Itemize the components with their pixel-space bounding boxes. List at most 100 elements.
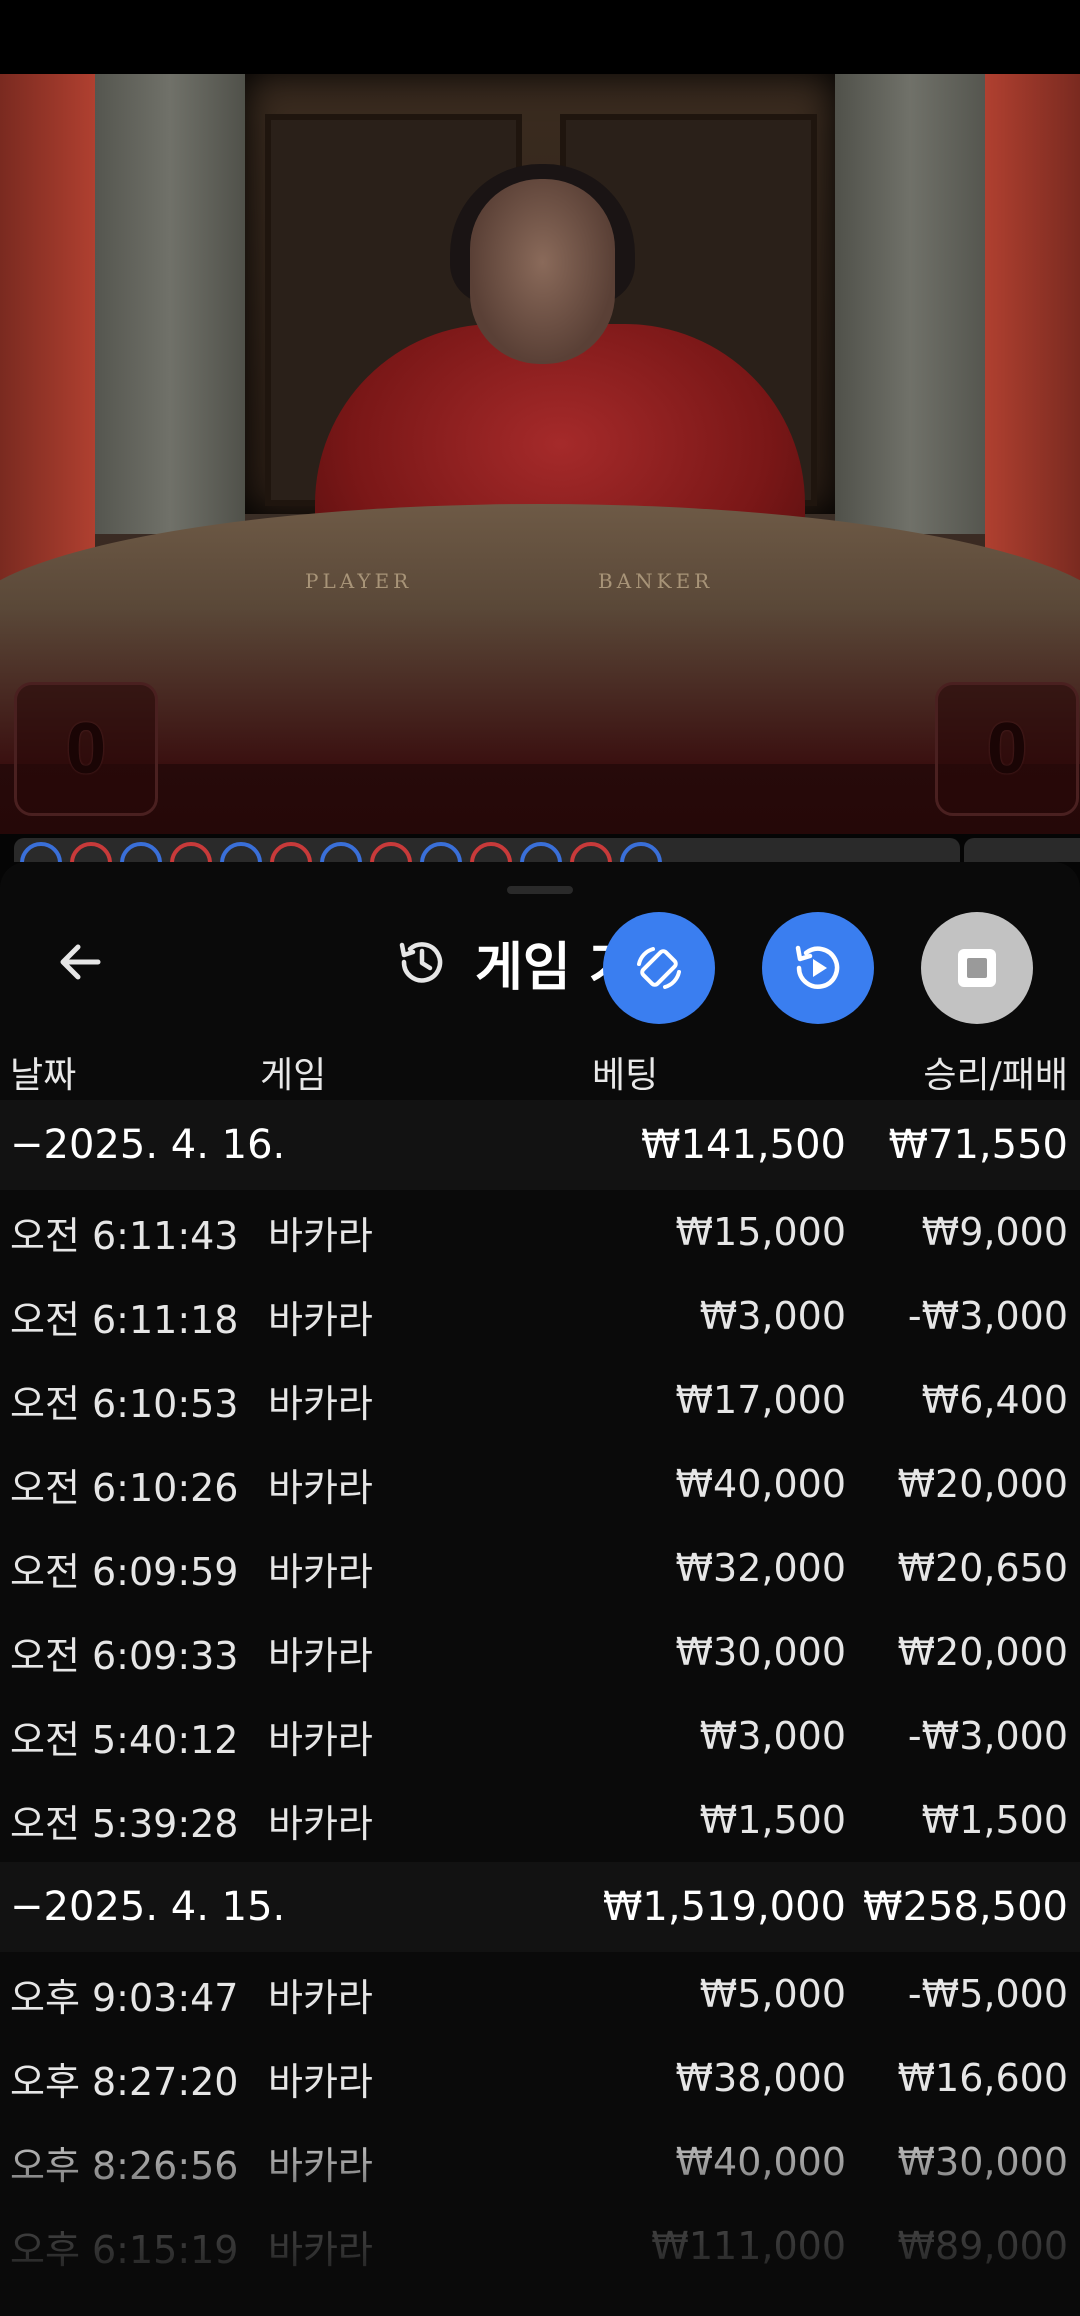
- banker-score: 0: [935, 682, 1079, 816]
- row-bet: ₩1,500: [699, 1798, 846, 1842]
- road-dot: [470, 842, 512, 862]
- back-button[interactable]: [40, 922, 120, 1002]
- row-game: 바카라: [268, 1975, 373, 2020]
- row-game: 바카라: [268, 1549, 373, 1594]
- road-dot: [620, 842, 662, 862]
- row-game: 바카라: [268, 1213, 373, 1258]
- row-result: -₩3,000: [907, 1294, 1068, 1338]
- row-game: 바카라: [268, 2227, 373, 2272]
- row-time: 오전 6:09:59: [10, 1549, 239, 1594]
- row-game: 바카라: [268, 1465, 373, 1510]
- row-result: ₩16,600: [897, 2056, 1068, 2100]
- row-time: 오전 6:11:43: [10, 1213, 239, 1258]
- bead-road: [14, 838, 960, 862]
- row-result: -₩5,000: [907, 1972, 1068, 2016]
- status-bar: [0, 0, 1080, 74]
- replay-button[interactable]: [762, 912, 874, 1024]
- arrow-left-icon: [60, 944, 101, 980]
- history-row[interactable]: 오전 5:40:12 바카라 ₩3,000 -₩3,000: [0, 1694, 1080, 1778]
- row-result: -₩3,000: [907, 1714, 1068, 1758]
- row-bet: ₩5,000: [699, 1972, 846, 2016]
- road-dot: [320, 842, 362, 862]
- row-bet: ₩111,000: [651, 2224, 846, 2268]
- row-time: 오전 5:40:12: [10, 1717, 239, 1762]
- history-row[interactable]: 오전 6:10:53 바카라 ₩17,000 ₩6,400: [0, 1358, 1080, 1442]
- dealer-face: [470, 179, 615, 364]
- rotate-screen-button[interactable]: [603, 912, 715, 1024]
- history-row[interactable]: 오후 6:15:19 바카라 ₩111,000 ₩89,000: [0, 2204, 1080, 2288]
- row-bet: ₩17,000: [675, 1378, 846, 1422]
- decor-wall-right: [985, 74, 1080, 594]
- row-bet: ₩3,000: [699, 1294, 846, 1338]
- row-bet: ₩15,000: [675, 1210, 846, 1254]
- row-game: 바카라: [268, 1297, 373, 1342]
- row-bet: ₩38,000: [675, 2056, 846, 2100]
- row-bet: ₩32,000: [675, 1546, 846, 1590]
- table-label-player: PLAYER: [305, 569, 413, 593]
- group-bet-total: ₩1,519,000: [602, 1884, 846, 1930]
- road-dot: [20, 842, 62, 862]
- row-game: 바카라: [268, 1633, 373, 1678]
- pillar-left: [95, 74, 245, 534]
- stop-icon: [958, 949, 996, 987]
- stop-button[interactable]: [921, 912, 1033, 1024]
- road-dot: [570, 842, 612, 862]
- row-game: 바카라: [268, 1717, 373, 1762]
- row-time: 오후 6:15:19: [10, 2227, 239, 2272]
- row-bet: ₩3,000: [699, 1714, 846, 1758]
- history-icon: [399, 942, 443, 983]
- row-game: 바카라: [268, 1801, 373, 1846]
- row-game: 바카라: [268, 2059, 373, 2104]
- road-dot: [220, 842, 262, 862]
- baccarat-table: [0, 504, 1080, 764]
- live-video-feed: PLAYER BANKER 0 0: [0, 74, 1080, 834]
- history-row[interactable]: 오전 6:11:18 바카라 ₩3,000 -₩3,000: [0, 1274, 1080, 1358]
- column-header-result: 승리/패배: [923, 1055, 1068, 1096]
- group-result-total: ₩258,500: [863, 1884, 1068, 1930]
- decor-wall-left: [0, 74, 95, 594]
- history-row[interactable]: 오후 9:03:47 바카라 ₩5,000 -₩5,000: [0, 1952, 1080, 2036]
- screen-rotate-icon: [637, 947, 681, 989]
- road-dot: [120, 842, 162, 862]
- road-dot: [70, 842, 112, 862]
- road-dot: [170, 842, 212, 862]
- row-result: ₩6,400: [921, 1378, 1068, 1422]
- history-row[interactable]: 오후 8:26:56 바카라 ₩40,000 ₩30,000: [0, 2120, 1080, 2204]
- history-list: −2025. 4. 16. ₩141,500 ₩71,550 오전 6:11:4…: [0, 1100, 1080, 2288]
- row-result: ₩20,650: [897, 1546, 1068, 1590]
- row-bet: ₩30,000: [675, 1630, 846, 1674]
- road-dot: [370, 842, 412, 862]
- history-row[interactable]: 오후 8:27:20 바카라 ₩38,000 ₩16,600: [0, 2036, 1080, 2120]
- row-game: 바카라: [268, 1381, 373, 1426]
- history-row[interactable]: 오전 6:09:59 바카라 ₩32,000 ₩20,650: [0, 1526, 1080, 1610]
- history-row[interactable]: 오전 6:09:33 바카라 ₩30,000 ₩20,000: [0, 1610, 1080, 1694]
- row-result: ₩1,500: [921, 1798, 1068, 1842]
- column-header-bet: 베팅: [592, 1055, 659, 1096]
- date-group-header[interactable]: −2025. 4. 16. ₩141,500 ₩71,550: [0, 1100, 1080, 1190]
- road-dot: [520, 842, 562, 862]
- row-time: 오후 9:03:47: [10, 1975, 239, 2020]
- group-date: −2025. 4. 16.: [10, 1122, 286, 1168]
- row-time: 오전 6:10:26: [10, 1465, 239, 1510]
- big-road: [964, 838, 1080, 862]
- row-time: 오후 8:26:56: [10, 2143, 239, 2188]
- history-row[interactable]: 오전 6:10:26 바카라 ₩40,000 ₩20,000: [0, 1442, 1080, 1526]
- row-time: 오전 6:09:33: [10, 1633, 239, 1678]
- row-game: 바카라: [268, 2143, 373, 2188]
- column-header-date: 날짜: [10, 1055, 77, 1096]
- row-result: ₩89,000: [897, 2224, 1068, 2268]
- replay-icon: [795, 945, 840, 989]
- date-group-header[interactable]: −2025. 4. 15. ₩1,519,000 ₩258,500: [0, 1862, 1080, 1952]
- drag-handle[interactable]: [507, 886, 573, 894]
- pillar-right: [835, 74, 985, 534]
- row-result: ₩20,000: [897, 1462, 1068, 1506]
- player-score: 0: [14, 682, 158, 816]
- road-dot: [420, 842, 462, 862]
- group-result-total: ₩71,550: [888, 1122, 1068, 1168]
- history-row[interactable]: 오전 5:39:28 바카라 ₩1,500 ₩1,500: [0, 1778, 1080, 1862]
- group-date: −2025. 4. 15.: [10, 1884, 286, 1930]
- row-time: 오전 6:11:18: [10, 1297, 239, 1342]
- history-row[interactable]: 오전 6:11:43 바카라 ₩15,000 ₩9,000: [0, 1190, 1080, 1274]
- game-history-sheet: 게임 기록 날짜 게임 베팅 승리/패배 −2025. 4. 16. ₩141,…: [0, 862, 1080, 2316]
- row-time: 오전 5:39:28: [10, 1801, 239, 1846]
